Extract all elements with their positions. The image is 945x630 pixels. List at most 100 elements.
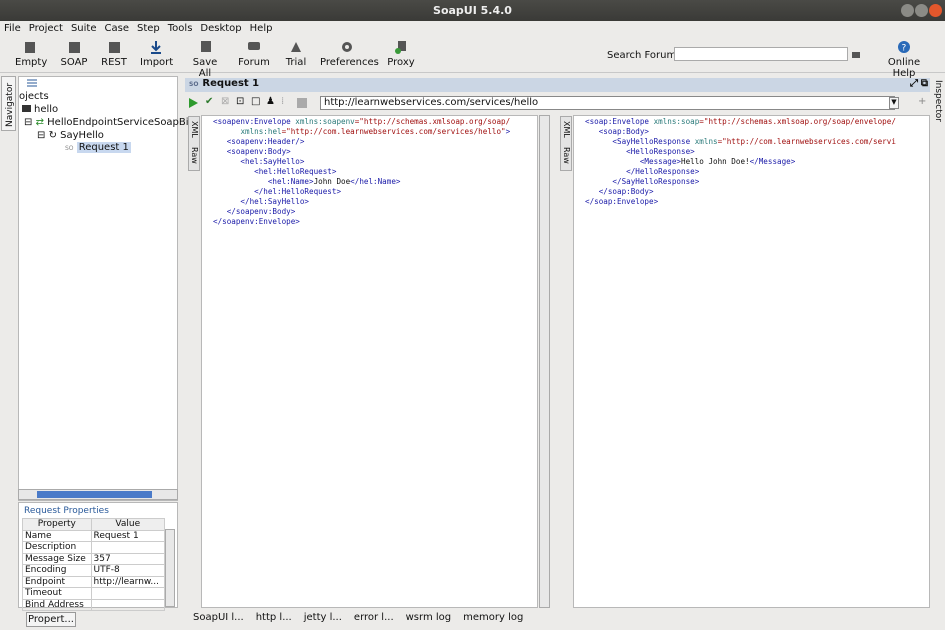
navigator-tab[interactable]: Navigator — [1, 76, 16, 131]
xml-line: <soap:Body> — [585, 127, 650, 136]
interface-icon: ⇄ — [35, 117, 44, 128]
inspector-tab[interactable]: Inspector — [931, 78, 945, 128]
split-icon[interactable]: ⊡ — [236, 96, 244, 107]
tree-root[interactable]: ojects — [19, 91, 49, 102]
tab-error-log[interactable]: error l... — [354, 612, 394, 626]
detach-icon[interactable]: ⧉ — [921, 78, 928, 89]
preferences-button[interactable]: Preferences — [320, 39, 379, 68]
xml-line: <soapenv:Body> — [213, 147, 291, 156]
response-xml-tab[interactable]: XML — [562, 121, 571, 138]
request-vscroll[interactable] — [539, 115, 550, 608]
table-row[interactable]: Message Size 357 — [22, 552, 166, 565]
soap-button[interactable]: SOAP — [60, 39, 88, 68]
xml-line: <HelloResponse> — [585, 147, 695, 156]
menu-project[interactable]: Project — [25, 21, 67, 37]
menu-step[interactable]: Step — [133, 21, 164, 37]
submit-request-icon[interactable] — [188, 97, 199, 109]
request-icon: SO — [65, 145, 74, 152]
add-endpoint-icon[interactable]: ✔ — [205, 96, 213, 107]
xml-line: <hel:Name>John Doe</hel:Name> — [213, 177, 401, 186]
xml-line: <soapenv:Envelope xmlns:soapenv="http://… — [213, 117, 511, 126]
online-help-button[interactable]: ? Online Help — [878, 39, 930, 79]
rest-icon — [109, 42, 120, 53]
trial-icon — [291, 42, 301, 52]
url-dropdown-icon[interactable]: ▼ — [889, 97, 899, 109]
user-icon[interactable]: ♟ — [266, 96, 275, 107]
tab-soapui-log[interactable]: SoapUI l... — [193, 612, 244, 626]
request-title: Request 1 — [202, 78, 260, 89]
scroll-thumb[interactable] — [37, 491, 152, 498]
menu-file[interactable]: File — [0, 21, 25, 37]
maximize-editor-icon[interactable]: □ — [251, 96, 260, 107]
menu-tools[interactable]: Tools — [164, 21, 197, 37]
endpoint-url-input[interactable]: http://learnwebservices.com/services/hel… — [320, 96, 895, 110]
menu-desktop[interactable]: Desktop — [196, 21, 245, 37]
empty-button[interactable]: Empty — [15, 39, 47, 68]
request-xml-editor[interactable]: <soapenv:Envelope xmlns:soapenv="http://… — [201, 115, 538, 608]
options-icon[interactable]: ⁞ — [281, 96, 284, 107]
close-icon[interactable] — [929, 4, 942, 17]
table-row[interactable]: Name Request 1 — [22, 529, 166, 542]
search-forum-input[interactable] — [674, 47, 848, 61]
xml-line: </soapenv:Body> — [213, 207, 296, 216]
import-button[interactable]: Import — [140, 39, 173, 68]
response-xml-editor[interactable]: <soap:Envelope xmlns:soap="http://schema… — [573, 115, 930, 608]
tab-memory-log[interactable]: memory log — [463, 612, 523, 626]
tab-http-log[interactable]: http l... — [256, 612, 292, 626]
raw-tab[interactable]: Raw — [190, 147, 199, 164]
operation-icon: ↻ — [48, 130, 57, 141]
xml-line: </SayHelloResponse> — [585, 177, 700, 186]
cancel-icon[interactable]: ⊠ — [221, 96, 229, 107]
rest-button[interactable]: REST — [100, 39, 128, 68]
properties-button[interactable]: Propert... — [26, 612, 76, 627]
expand-icon[interactable]: ⊟ — [37, 130, 45, 141]
search-icon[interactable] — [851, 49, 861, 59]
expand-icon[interactable]: ⊟ — [24, 117, 32, 128]
tree-project-hello[interactable]: hello — [22, 104, 58, 115]
xml-line: <soapenv:Header/> — [213, 137, 305, 146]
properties-table: Property Value Name Request 1 Description … — [22, 518, 166, 611]
add-icon[interactable]: + — [918, 96, 926, 107]
xml-line: </HelloResponse> — [585, 167, 700, 176]
folder-icon — [22, 105, 31, 112]
request-properties-panel: Request Properties Property Value Name Req… — [18, 502, 178, 611]
menu-suite[interactable]: Suite — [67, 21, 101, 37]
col-value: Value — [90, 518, 166, 531]
tab-jetty-log[interactable]: jetty l... — [304, 612, 342, 626]
xml-tab[interactable]: XML — [190, 121, 199, 138]
minimize-icon[interactable] — [901, 4, 914, 17]
tile-icon[interactable]: ⤢ — [910, 78, 918, 89]
tab-wsrm-log[interactable]: wsrm log — [406, 612, 452, 626]
response-raw-tab[interactable]: Raw — [562, 147, 571, 164]
tree-operation[interactable]: ⊟ ↻ SayHello — [37, 130, 104, 141]
main-toolbar: Empty SOAP REST Import Save All Forum Tr… — [0, 37, 945, 79]
tree-interface[interactable]: ⊟ ⇄ HelloEndpointServiceSoapBin — [24, 117, 195, 128]
save-all-button[interactable]: Save All — [186, 39, 224, 79]
menu-help[interactable]: Help — [246, 21, 277, 37]
window-title: SoapUI 5.4.0 — [433, 4, 512, 17]
table-row[interactable]: Encoding UTF-8 — [22, 564, 166, 577]
tree-request[interactable]: SO Request 1 — [65, 142, 131, 153]
properties-vscroll[interactable] — [165, 529, 175, 607]
proxy-button[interactable]: Proxy — [386, 39, 416, 68]
table-row[interactable]: Endpoint http://learnw... — [22, 575, 166, 588]
menu-case[interactable]: Case — [101, 21, 133, 37]
table-row[interactable]: Description — [22, 541, 166, 554]
maximize-icon[interactable] — [915, 4, 928, 17]
forum-button[interactable]: Forum — [238, 39, 270, 68]
request-icon: SO — [189, 81, 199, 88]
menu-bar: File Project Suite Case Step Tools Deskt… — [0, 21, 945, 37]
soap-icon — [69, 42, 80, 53]
stop-icon[interactable] — [297, 98, 307, 108]
empty-project-icon — [25, 42, 35, 53]
window-title-bar: SoapUI 5.4.0 — [0, 0, 945, 21]
properties-title: Request Properties — [24, 506, 109, 516]
xml-line: <hel:HelloRequest> — [213, 167, 337, 176]
navigator-hscroll[interactable] — [18, 489, 178, 500]
collapse-all-icon[interactable] — [26, 79, 38, 87]
import-icon — [151, 41, 161, 54]
gear-icon — [342, 42, 352, 52]
trial-button[interactable]: Trial — [282, 39, 310, 68]
table-row[interactable]: Bind Address — [22, 598, 166, 611]
table-row[interactable]: Timeout — [22, 587, 166, 600]
